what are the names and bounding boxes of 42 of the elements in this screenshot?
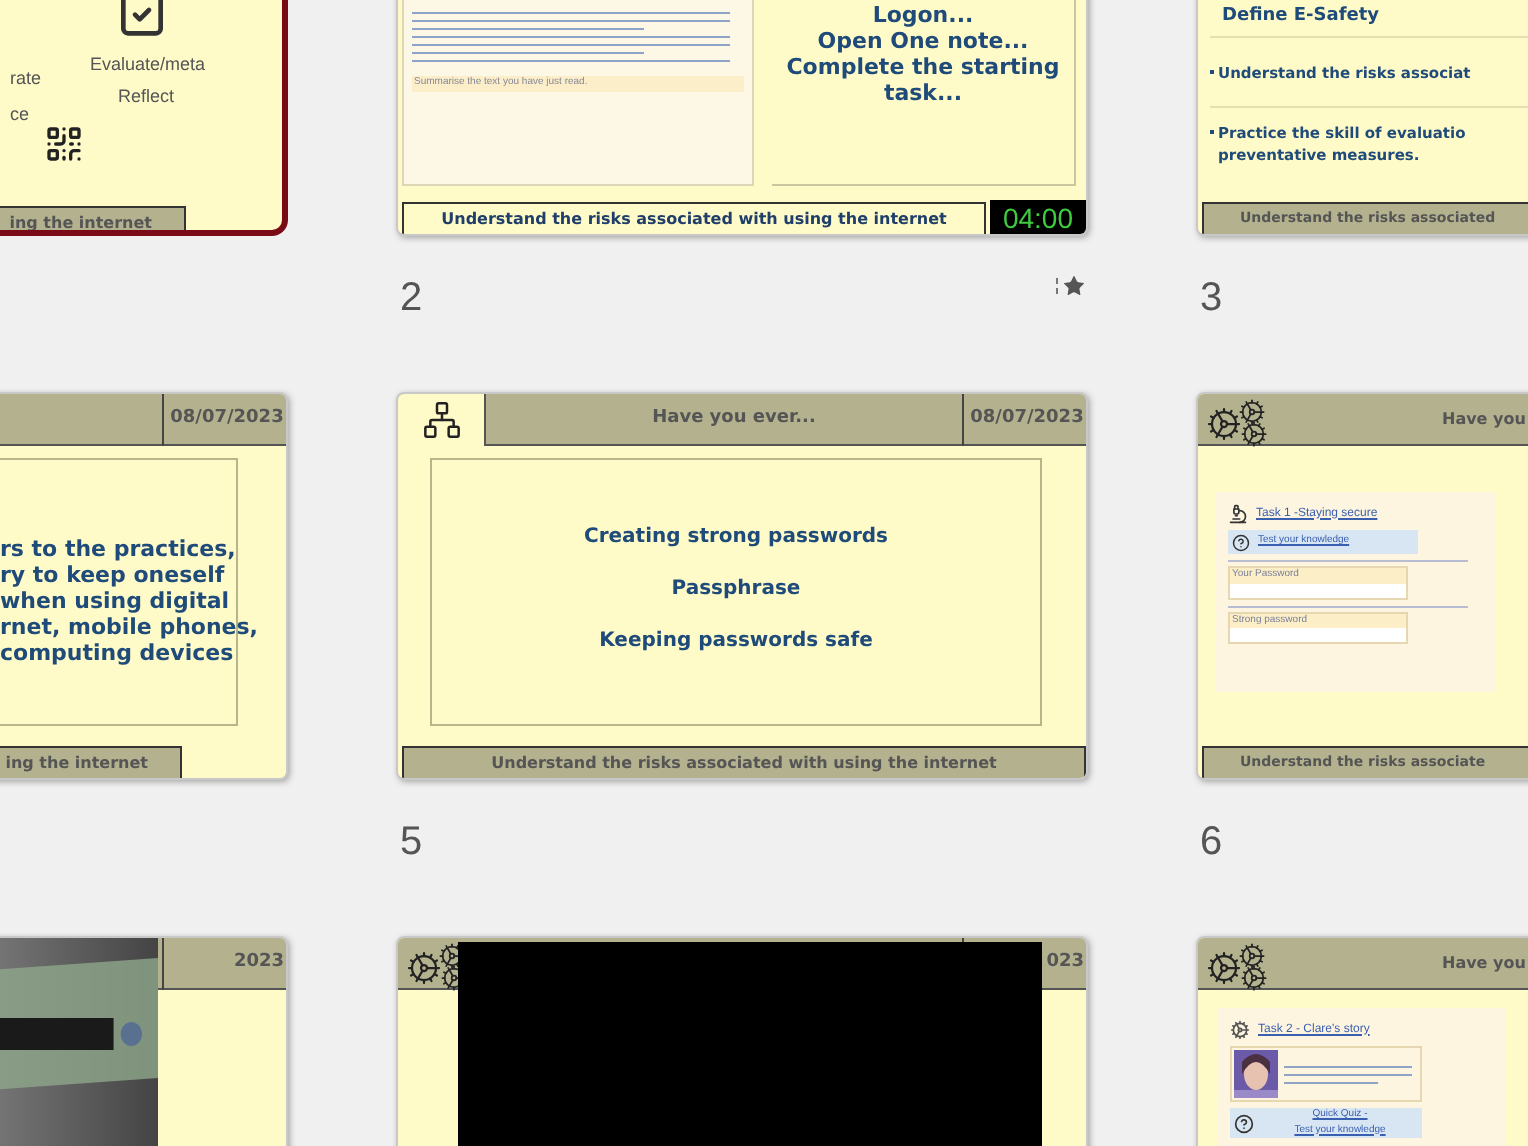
slide-footer: Understand the risks associated with using the internet — [402, 746, 1086, 778]
question-icon — [1234, 1113, 1254, 1133]
slide-footer: ing the internet — [0, 746, 182, 778]
slide-footer: Understand the risks associated with using the internet — [402, 202, 986, 234]
slide-date: 08/07/2023 — [162, 394, 286, 446]
slide-title: Have you — [1442, 952, 1526, 976]
slide-number: 6 — [1200, 818, 1223, 868]
definition-text: when using digital — [0, 588, 232, 614]
objective-title: Define E-Safety — [1222, 4, 1380, 30]
qr-code-icon — [44, 124, 84, 164]
slide-number: 2 — [400, 274, 423, 324]
slide-number: 3 — [1200, 274, 1223, 324]
slide-thumbnail[interactable]: 2023 — [0, 936, 288, 1146]
instruction-text: Logon... — [872, 2, 974, 28]
definition-text: rs to the practices, — [0, 536, 238, 562]
slide-date: 08/07/2023 — [962, 394, 1086, 446]
menu-label: rate — [10, 66, 42, 92]
cog-icon — [1230, 1020, 1250, 1040]
slide-thumbnail[interactable]: 08/07/2023 rs to the practices, ry to keep oneself when using digital rnet, mobile phones, computing devices ing the internet — [0, 392, 288, 780]
topic-text: Passphrase — [671, 576, 801, 604]
topic-text: Keeping passwords safe — [599, 628, 873, 656]
slide-thumbnail[interactable]: 023 — [396, 936, 1088, 1146]
slide-title: Have you — [1442, 408, 1526, 432]
topic-text: Creating strong passwords — [583, 524, 889, 552]
definition-text: rnet, mobile phones, — [0, 614, 258, 640]
menu-label: Evaluate/meta — [90, 52, 206, 78]
slide-footer: ing the internet — [0, 206, 186, 230]
microscope-icon — [1228, 504, 1248, 524]
countdown-timer: 04:00 — [990, 200, 1086, 234]
slide-thumbnail[interactable]: Have you ever... 08/07/2023 Creating strong passwords Passphrase Keeping passwords safe Understand the risks associated with using the internet — [396, 392, 1088, 780]
menu-label: Reflect — [118, 84, 175, 110]
slide-number: 5 — [400, 818, 423, 868]
instruction-text: Complete the starting task... — [784, 54, 1062, 106]
instruction-text: Open One note... — [817, 28, 1029, 54]
slide-date: 2023 — [162, 938, 286, 990]
menu-label: ce — [10, 102, 30, 128]
slide-title: Have you ever... — [650, 406, 818, 432]
question-icon — [1232, 533, 1250, 551]
network-icon — [421, 400, 461, 440]
definition-text: computing devices — [0, 640, 236, 666]
slide-thumbnail[interactable]: rate ce Evaluate/meta Reflect ing the internet — [0, 0, 288, 236]
definition-text: ry to keep oneself — [0, 562, 227, 588]
